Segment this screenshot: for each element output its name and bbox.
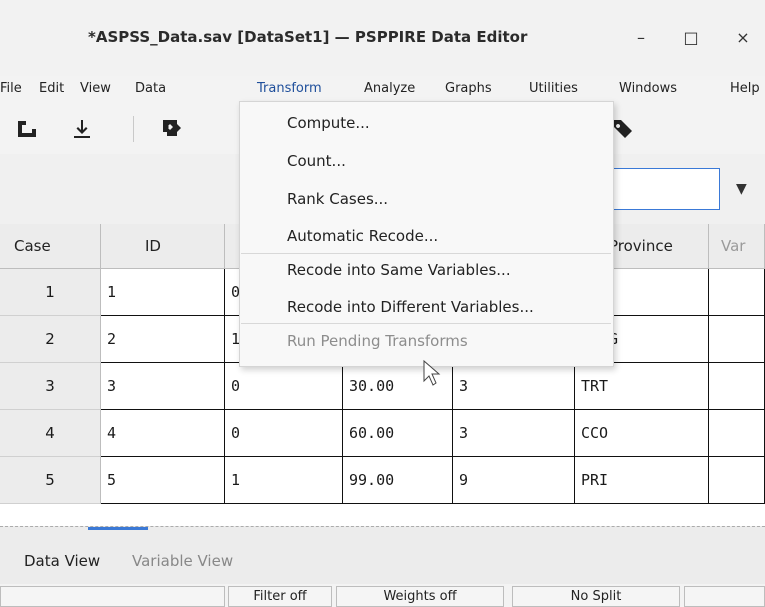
menu-transform[interactable]: Transform xyxy=(257,81,322,96)
menu-item-run-pending: Run Pending Transforms xyxy=(287,332,468,350)
menu-item-compute[interactable]: Compute... xyxy=(287,114,370,132)
row-header-3[interactable]: 3 xyxy=(0,363,101,410)
cell-r4-c2[interactable]: 0 xyxy=(225,410,343,457)
menu-analyze[interactable]: Analyze xyxy=(364,81,415,96)
transform-menu: Compute... Count... Rank Cases... Automa… xyxy=(239,101,614,367)
save-icon[interactable] xyxy=(67,114,97,144)
tab-data-view[interactable]: Data View xyxy=(24,552,100,570)
menu-separator xyxy=(241,323,611,324)
view-tab-bar: Data View Variable View xyxy=(0,526,765,585)
cell-r5-id[interactable]: 5 xyxy=(101,457,225,504)
row-header-2[interactable]: 2 xyxy=(0,316,101,363)
cell-r5-c2[interactable]: 1 xyxy=(225,457,343,504)
cell-r1-var[interactable] xyxy=(709,269,765,316)
cell-r5-c5[interactable]: PRI xyxy=(575,457,709,504)
column-header-id[interactable]: ID xyxy=(101,224,225,269)
cell-r4-c3[interactable]: 60.00 xyxy=(343,410,453,457)
status-split: No Split xyxy=(512,586,680,607)
cell-r3-var[interactable] xyxy=(709,363,765,410)
window-title: *ASPSS_Data.sav [DataSet1] — PSPPIRE Dat… xyxy=(88,28,528,46)
cell-r4-c4[interactable]: 3 xyxy=(453,410,575,457)
menu-file[interactable]: File xyxy=(0,81,22,96)
cell-r3-c4[interactable]: 3 xyxy=(453,363,575,410)
column-header-var[interactable]: Var xyxy=(709,224,765,269)
menu-separator xyxy=(241,253,611,254)
goto-icon[interactable] xyxy=(157,114,187,144)
menu-bar: File Edit View Data Transform Analyze Gr… xyxy=(0,76,765,104)
tab-variable-view[interactable]: Variable View xyxy=(132,552,233,570)
status-extra xyxy=(684,586,765,607)
menu-item-rank-cases[interactable]: Rank Cases... xyxy=(287,190,388,208)
menu-edit[interactable]: Edit xyxy=(39,81,64,96)
maximize-button[interactable]: □ xyxy=(676,24,706,50)
title-bar: *ASPSS_Data.sav [DataSet1] — PSPPIRE Dat… xyxy=(0,0,765,76)
status-weights: Weights off xyxy=(336,586,504,607)
mouse-cursor-icon xyxy=(423,359,441,386)
status-filter: Filter off xyxy=(228,586,332,607)
open-icon[interactable] xyxy=(12,114,42,144)
cell-r2-id[interactable]: 2 xyxy=(101,316,225,363)
minimize-button[interactable]: – xyxy=(626,24,656,50)
cell-r2-var[interactable] xyxy=(709,316,765,363)
menu-windows[interactable]: Windows xyxy=(619,81,677,96)
chevron-down-icon[interactable]: ▼ xyxy=(736,181,747,197)
row-header-1[interactable]: 1 xyxy=(0,269,101,316)
menu-view[interactable]: View xyxy=(80,81,111,96)
menu-graphs[interactable]: Graphs xyxy=(445,81,492,96)
cell-r3-c5[interactable]: TRT xyxy=(575,363,709,410)
close-button[interactable]: × xyxy=(728,24,758,50)
variable-combo[interactable] xyxy=(598,168,720,210)
row-header-5[interactable]: 5 xyxy=(0,457,101,504)
cell-r3-c2[interactable]: 0 xyxy=(225,363,343,410)
menu-item-automatic-recode[interactable]: Automatic Recode... xyxy=(287,227,438,245)
menu-data[interactable]: Data xyxy=(135,81,166,96)
row-header-4[interactable]: 4 xyxy=(0,410,101,457)
tab-active-indicator xyxy=(88,527,148,530)
menu-item-count[interactable]: Count... xyxy=(287,152,346,170)
cell-r5-c3[interactable]: 99.00 xyxy=(343,457,453,504)
menu-help[interactable]: Help xyxy=(730,81,760,96)
cell-r5-c4[interactable]: 9 xyxy=(453,457,575,504)
menu-item-recode-same[interactable]: Recode into Same Variables... xyxy=(287,261,511,279)
cell-r4-c5[interactable]: CCO xyxy=(575,410,709,457)
menu-item-recode-different[interactable]: Recode into Different Variables... xyxy=(287,298,534,316)
column-header-case: Case xyxy=(0,224,101,269)
menu-utilities[interactable]: Utilities xyxy=(529,81,578,96)
cell-r4-id[interactable]: 4 xyxy=(101,410,225,457)
cell-r1-id[interactable]: 1 xyxy=(101,269,225,316)
status-empty xyxy=(0,586,225,607)
cell-r5-var[interactable] xyxy=(709,457,765,504)
toolbar-separator xyxy=(133,116,134,142)
cell-r3-id[interactable]: 3 xyxy=(101,363,225,410)
cell-r4-var[interactable] xyxy=(709,410,765,457)
